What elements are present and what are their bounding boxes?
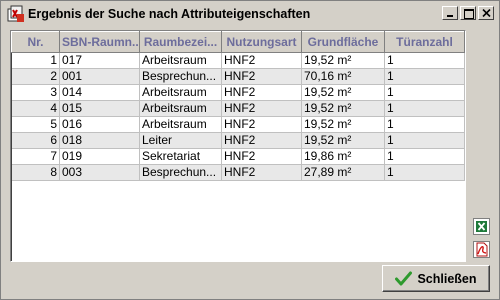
- close-button-label: Schließen: [417, 271, 477, 286]
- cell-raumbezeichnung: Besprechun...: [139, 164, 222, 181]
- cell-sbn-raumnummer: 014: [59, 84, 140, 101]
- title-bar[interactable]: Ergebnis der Suche nach Attributeigensch…: [2, 2, 498, 26]
- cell-raumbezeichnung: Sekretariat: [139, 148, 222, 165]
- cell-nr: 8: [11, 164, 60, 181]
- results-table-container[interactable]: Nr. SBN-Raumn... Raumbezei... Nutzungsar…: [10, 30, 466, 262]
- cell-nr: 5: [11, 116, 60, 133]
- cell-grundflaeche: 27,89 m²: [301, 164, 385, 181]
- cell-sbn-raumnummer: 017: [59, 52, 140, 69]
- cell-nutzungsart: HNF2: [221, 132, 302, 149]
- close-icon: [482, 9, 491, 17]
- cell-nutzungsart: HNF2: [221, 164, 302, 181]
- cell-grundflaeche: 19,52 m²: [301, 100, 385, 117]
- cell-sbn-raumnummer: 003: [59, 164, 140, 181]
- table-row[interactable]: 6 018 Leiter HNF2 19,52 m² 1: [11, 132, 465, 149]
- excel-export-button[interactable]: [473, 218, 490, 235]
- close-window-button[interactable]: [478, 6, 494, 20]
- cell-raumbezeichnung: Arbeitsraum: [139, 100, 222, 117]
- cell-tueranzahl: 1: [384, 68, 465, 85]
- column-header-nutzungsart[interactable]: Nutzungsart: [221, 31, 302, 53]
- table-row[interactable]: 4 015 Arbeitsraum HNF2 19,52 m² 1: [11, 100, 465, 117]
- cell-raumbezeichnung: Arbeitsraum: [139, 116, 222, 133]
- cell-sbn-raumnummer: 016: [59, 116, 140, 133]
- pdf-export-button[interactable]: [473, 241, 490, 258]
- cell-nutzungsart: HNF2: [221, 68, 302, 85]
- cell-raumbezeichnung: Arbeitsraum: [139, 52, 222, 69]
- cell-nutzungsart: HNF2: [221, 100, 302, 117]
- table-row[interactable]: 7 019 Sekretariat HNF2 19,86 m² 1: [11, 148, 465, 165]
- maximize-button[interactable]: [460, 6, 476, 20]
- cell-grundflaeche: 19,52 m²: [301, 132, 385, 149]
- cell-nutzungsart: HNF2: [221, 84, 302, 101]
- cell-nr: 7: [11, 148, 60, 165]
- table-row[interactable]: 8 003 Besprechun... HNF2 27,89 m² 1: [11, 164, 465, 181]
- cell-tueranzahl: 1: [384, 84, 465, 101]
- cell-sbn-raumnummer: 018: [59, 132, 140, 149]
- cell-tueranzahl: 1: [384, 132, 465, 149]
- cell-nr: 1: [11, 52, 60, 69]
- column-header-sbn-raumnummer[interactable]: SBN-Raumn...: [59, 31, 140, 53]
- minimize-button[interactable]: [442, 6, 458, 20]
- window-title: Ergebnis der Suche nach Attributeigensch…: [28, 7, 311, 21]
- cell-raumbezeichnung: Leiter: [139, 132, 222, 149]
- cell-nr: 4: [11, 100, 60, 117]
- minimize-icon: [447, 15, 453, 17]
- cell-grundflaeche: 19,52 m²: [301, 116, 385, 133]
- column-header-grundflaeche[interactable]: Grundfläche: [301, 31, 385, 53]
- checkmark-icon: [395, 271, 413, 286]
- cell-tueranzahl: 1: [384, 116, 465, 133]
- app-icon: [7, 5, 24, 22]
- excel-export-icon: [476, 221, 487, 232]
- cell-grundflaeche: 70,16 m²: [301, 68, 385, 85]
- cell-grundflaeche: 19,52 m²: [301, 52, 385, 69]
- cell-nr: 6: [11, 132, 60, 149]
- column-header-raumbezeichnung[interactable]: Raumbezei...: [139, 31, 222, 53]
- table-row[interactable]: 3 014 Arbeitsraum HNF2 19,52 m² 1: [11, 84, 465, 101]
- maximize-icon: [464, 9, 474, 19]
- cell-sbn-raumnummer: 015: [59, 100, 140, 117]
- cell-nutzungsart: HNF2: [221, 148, 302, 165]
- table-row[interactable]: 1 017 Arbeitsraum HNF2 19,52 m² 1: [11, 52, 465, 69]
- cell-nutzungsart: HNF2: [221, 116, 302, 133]
- pdf-export-icon: [476, 242, 488, 257]
- cell-raumbezeichnung: Besprechun...: [139, 68, 222, 85]
- cell-grundflaeche: 19,86 m²: [301, 148, 385, 165]
- column-header-nr[interactable]: Nr.: [11, 31, 60, 53]
- cell-raumbezeichnung: Arbeitsraum: [139, 84, 222, 101]
- table-row[interactable]: 5 016 Arbeitsraum HNF2 19,52 m² 1: [11, 116, 465, 133]
- cell-nutzungsart: HNF2: [221, 52, 302, 69]
- results-window: Ergebnis der Suche nach Attributeigensch…: [0, 0, 500, 300]
- cell-grundflaeche: 19,52 m²: [301, 84, 385, 101]
- results-table: Nr. SBN-Raumn... Raumbezei... Nutzungsar…: [11, 31, 465, 181]
- column-header-tueranzahl[interactable]: Türanzahl: [384, 31, 465, 53]
- cell-tueranzahl: 1: [384, 164, 465, 181]
- cell-nr: 2: [11, 68, 60, 85]
- cell-sbn-raumnummer: 001: [59, 68, 140, 85]
- cell-nr: 3: [11, 84, 60, 101]
- cell-sbn-raumnummer: 019: [59, 148, 140, 165]
- cell-tueranzahl: 1: [384, 52, 465, 69]
- cell-tueranzahl: 1: [384, 148, 465, 165]
- cell-tueranzahl: 1: [384, 100, 465, 117]
- table-header-row: Nr. SBN-Raumn... Raumbezei... Nutzungsar…: [11, 31, 465, 53]
- close-dialog-button[interactable]: Schließen: [382, 265, 490, 292]
- table-row[interactable]: 2 001 Besprechun... HNF2 70,16 m² 1: [11, 68, 465, 85]
